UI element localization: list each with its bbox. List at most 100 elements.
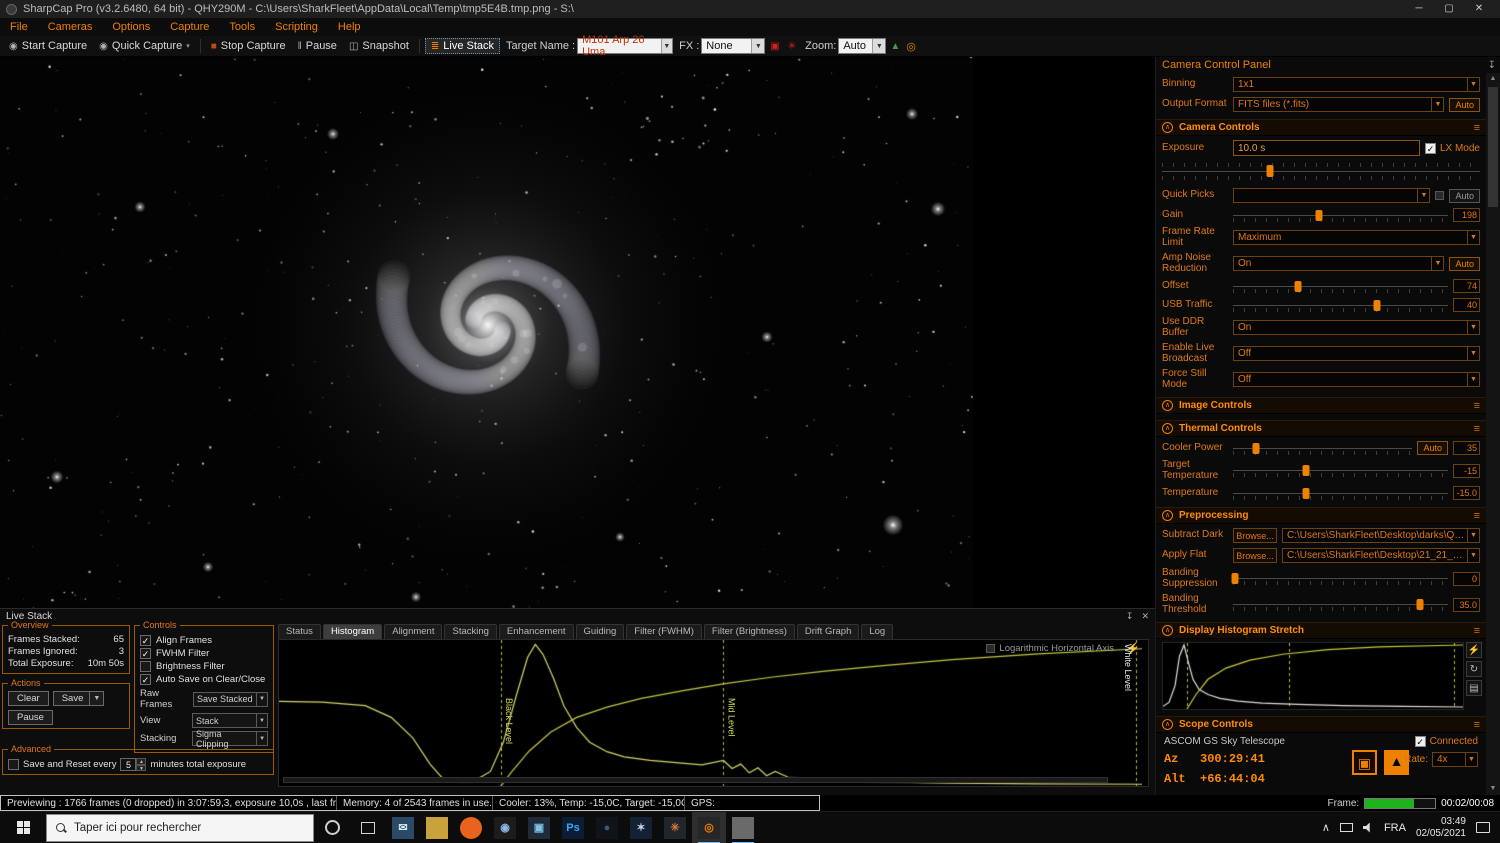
save-stretch-button[interactable]: ▤ <box>1466 680 1482 696</box>
stack-histogram-canvas[interactable] <box>279 640 1142 786</box>
live-broadcast-select[interactable]: Off▼ <box>1233 346 1480 361</box>
target-name-select[interactable]: M101 Arp 26 Uma▼ <box>577 38 673 54</box>
fwhm-filter-checkbox[interactable] <box>140 648 151 659</box>
display-stretch-header[interactable]: ∧ Display Histogram Stretch ≡ <box>1156 622 1486 639</box>
camera-controls-header[interactable]: ∧ Camera Controls ≡ <box>1156 119 1486 136</box>
cortana-button[interactable] <box>314 812 350 843</box>
menu-capture[interactable]: Capture <box>160 21 219 33</box>
scope-controls-header[interactable]: ∧ Scope Controls ≡ <box>1156 716 1486 733</box>
stop-capture-button[interactable]: ■Stop Capture <box>206 39 291 53</box>
tab-guiding[interactable]: Guiding <box>576 624 625 639</box>
zoom-select[interactable]: Auto▼ <box>838 38 886 54</box>
menu-cameras[interactable]: Cameras <box>38 21 103 33</box>
target-temperature-value[interactable]: -15 <box>1453 464 1480 478</box>
force-still-select[interactable]: Off▼ <box>1233 372 1480 387</box>
preprocessing-header[interactable]: ∧ Preprocessing ≡ <box>1156 507 1486 524</box>
apply-flat-path-select[interactable]: C:\Users\SharkFleet\Desktop\21_21_44.fit… <box>1282 548 1480 563</box>
quick-picks-auto-button[interactable]: Auto <box>1449 189 1480 203</box>
tab-filter-brightness[interactable]: Filter (Brightness) <box>704 624 795 639</box>
live-stack-button[interactable]: ≣Live Stack <box>425 38 500 54</box>
view-select[interactable]: Stack▼ <box>192 713 268 728</box>
auto-stretch-button[interactable]: ⚡ <box>1466 642 1482 658</box>
taskbar-clock[interactable]: 03:4902/05/2021 <box>1416 816 1466 839</box>
menu-icon[interactable]: ≡ <box>1474 719 1480 731</box>
tab-alignment[interactable]: Alignment <box>384 624 442 639</box>
taskbar-search[interactable]: Taper ici pour rechercher <box>46 814 314 842</box>
pause-button[interactable]: ‖Pause <box>293 39 342 53</box>
usb-traffic-value[interactable]: 40 <box>1453 298 1480 312</box>
taskbar-app-photoshop[interactable]: Ps <box>556 812 590 843</box>
tab-stacking[interactable]: Stacking <box>444 624 496 639</box>
tab-log[interactable]: Log <box>861 624 893 639</box>
display-stretch-histogram[interactable] <box>1162 642 1464 710</box>
reticle-icon[interactable]: ◎ <box>904 40 918 53</box>
tab-histogram[interactable]: Histogram <box>323 624 382 639</box>
taskbar-app-mail[interactable]: ✉ <box>386 812 420 843</box>
amp-noise-select[interactable]: On▼ <box>1233 256 1444 271</box>
menu-tools[interactable]: Tools <box>219 21 265 33</box>
notification-icon[interactable] <box>1476 822 1490 833</box>
menu-options[interactable]: Options <box>102 21 160 33</box>
save-reset-checkbox[interactable] <box>8 759 19 770</box>
exposure-input[interactable]: 10.0 s <box>1233 140 1420 156</box>
minutes-stepper[interactable]: 5 ▲▼ <box>120 758 146 771</box>
image-preview[interactable] <box>0 57 973 608</box>
menu-scripting[interactable]: Scripting <box>265 21 328 33</box>
step-down-icon[interactable]: ▼ <box>136 765 146 772</box>
taskbar-app-astrotool[interactable]: ✳ <box>658 812 692 843</box>
maximize-button[interactable]: ▢ <box>1434 0 1464 18</box>
menu-icon[interactable]: ≡ <box>1474 625 1480 637</box>
cooler-power-slider[interactable] <box>1233 442 1412 455</box>
close-panel-icon[interactable]: ✕ <box>1141 611 1149 622</box>
menu-help[interactable]: Help <box>328 21 371 33</box>
subtract-dark-browse-button[interactable]: Browse... <box>1233 528 1277 543</box>
snapshot-button[interactable]: ◫Snapshot <box>344 39 414 53</box>
red-rect-icon[interactable]: ▣ <box>767 41 782 52</box>
taskbar-app-firefox[interactable] <box>454 812 488 843</box>
amp-noise-auto-button[interactable]: Auto <box>1449 257 1480 271</box>
banding-suppression-slider[interactable] <box>1233 572 1448 585</box>
reset-stretch-button[interactable]: ↻ <box>1466 661 1482 677</box>
lx-mode-checkbox[interactable] <box>1425 143 1436 154</box>
minimize-button[interactable]: ─ <box>1404 0 1434 18</box>
binning-select[interactable]: 1x1▼ <box>1233 77 1480 92</box>
histogram-icon[interactable]: ▲ <box>888 41 902 52</box>
tab-drift-graph[interactable]: Drift Graph <box>797 624 859 639</box>
ddr-buffer-select[interactable]: On▼ <box>1233 320 1480 335</box>
banding-threshold-slider[interactable] <box>1233 598 1448 611</box>
start-capture-button[interactable]: ◉Start Capture <box>4 39 92 53</box>
fx-select[interactable]: None▼ <box>701 38 765 54</box>
gain-slider[interactable] <box>1233 209 1448 222</box>
subtract-dark-path-select[interactable]: C:\Users\SharkFleet\Desktop\darks\QHY290… <box>1282 528 1480 543</box>
align-frames-checkbox[interactable] <box>140 635 151 646</box>
output-format-auto-button[interactable]: Auto <box>1449 98 1480 112</box>
cooler-power-value[interactable]: 35 <box>1453 441 1480 455</box>
quick-capture-button[interactable]: ◉Quick Capture▾ <box>94 39 195 53</box>
red-cross-icon[interactable]: ✳ <box>785 41 799 52</box>
menu-file[interactable]: File <box>0 21 38 33</box>
menu-icon[interactable]: ≡ <box>1474 510 1480 522</box>
brightness-filter-checkbox[interactable] <box>140 661 151 672</box>
task-view-button[interactable] <box>350 812 386 843</box>
pause-stack-button[interactable]: Pause <box>8 710 53 725</box>
start-button[interactable] <box>0 812 46 843</box>
thermal-controls-header[interactable]: ∧ Thermal Controls ≡ <box>1156 420 1486 437</box>
frame-rate-select[interactable]: Maximum▼ <box>1233 230 1480 245</box>
display-icon[interactable] <box>1340 823 1353 832</box>
center-target-button[interactable]: ▣ <box>1352 750 1377 775</box>
menu-icon[interactable]: ≡ <box>1474 423 1480 435</box>
panel-scrollbar[interactable]: ▲▼ <box>1486 73 1500 795</box>
taskbar-app-planetarium[interactable]: ● <box>590 812 624 843</box>
temperature-value[interactable]: -15.0 <box>1453 486 1480 500</box>
log-axis-checkbox[interactable] <box>986 644 995 653</box>
offset-value[interactable]: 74 <box>1453 279 1480 293</box>
stacking-select[interactable]: Sigma Clipping▼ <box>192 731 268 746</box>
cooler-auto-button[interactable]: Auto <box>1417 441 1448 455</box>
taskbar-app-camera[interactable]: ◉ <box>488 812 522 843</box>
close-button[interactable]: ✕ <box>1464 0 1494 18</box>
tray-expand-icon[interactable]: ∧ <box>1322 821 1330 834</box>
menu-icon[interactable]: ≡ <box>1474 400 1480 412</box>
speaker-icon[interactable] <box>1363 823 1374 833</box>
menu-icon[interactable]: ≡ <box>1474 122 1480 134</box>
tab-enhancement[interactable]: Enhancement <box>499 624 574 639</box>
